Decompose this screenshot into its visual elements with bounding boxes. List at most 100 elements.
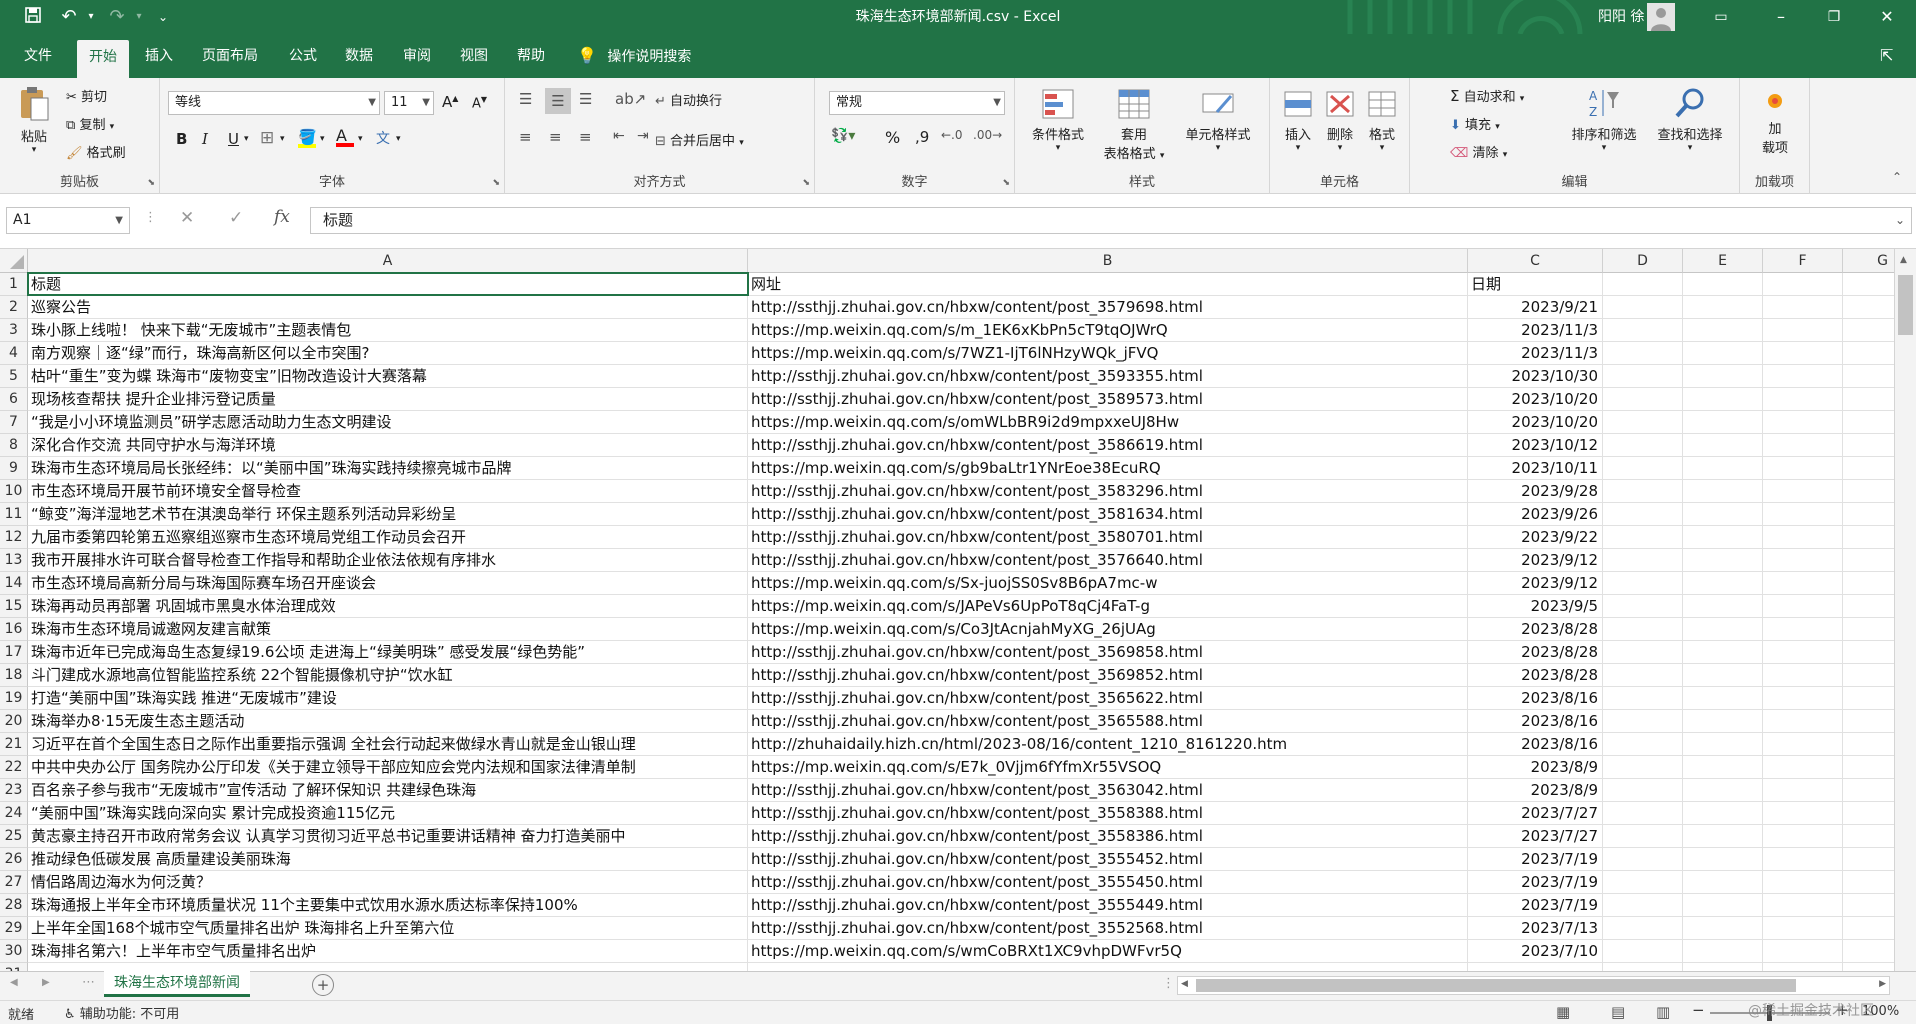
tab-data[interactable]: 数据	[333, 34, 385, 78]
vertical-scrollbar[interactable]: ▲	[1894, 249, 1916, 971]
empty-cell[interactable]	[1763, 779, 1843, 802]
empty-cell[interactable]	[1603, 572, 1683, 595]
table-cell[interactable]: http://ssthjj.zhuhai.gov.cn/hbxw/content…	[748, 894, 1468, 917]
table-cell[interactable]: http://ssthjj.zhuhai.gov.cn/hbxw/content…	[748, 434, 1468, 457]
table-cell[interactable]: 情侣路周边海水为何泛黄？	[28, 871, 748, 894]
table-cell[interactable]: 2023/9/22	[1468, 526, 1603, 549]
empty-cell[interactable]	[1683, 549, 1763, 572]
empty-cell[interactable]	[1763, 411, 1843, 434]
align-center-icon[interactable]: ≡	[549, 128, 562, 146]
empty-cell[interactable]	[1603, 388, 1683, 411]
align-middle-icon[interactable]: ☰	[545, 88, 571, 114]
table-cell[interactable]: 2023/9/12	[1468, 549, 1603, 572]
empty-cell[interactable]	[1603, 365, 1683, 388]
table-cell[interactable]: 现场核查帮扶 提升企业排污登记质量	[28, 388, 748, 411]
table-cell[interactable]: 2023/8/28	[1468, 618, 1603, 641]
table-cell[interactable]: 黄志豪主持召开市政府常务会议 认真学习贯彻习近平总书记重要讲话精神 奋力打造美丽…	[28, 825, 748, 848]
empty-cell[interactable]	[1683, 296, 1763, 319]
sheet-tab-active[interactable]: 珠海生态环境部新闻	[104, 971, 250, 997]
row-header[interactable]: 17	[0, 641, 28, 664]
orientation-icon[interactable]: ab↗	[615, 90, 646, 108]
table-cell[interactable]: 2023/7/27	[1468, 825, 1603, 848]
row-header[interactable]: 16	[0, 618, 28, 641]
dialog-launcher-icon[interactable]: ⬊	[492, 178, 500, 188]
phonetic-guide-button[interactable]: 文	[376, 128, 390, 148]
empty-cell[interactable]	[1763, 457, 1843, 480]
empty-cell[interactable]	[1763, 273, 1843, 296]
zoom-out-icon[interactable]: −	[1692, 1001, 1705, 1019]
empty-cell[interactable]	[1683, 503, 1763, 526]
redo-icon[interactable]: ↷	[106, 6, 128, 28]
empty-cell[interactable]	[1683, 388, 1763, 411]
row-header[interactable]: 25	[0, 825, 28, 848]
table-cell[interactable]: 2023/8/16	[1468, 733, 1603, 756]
table-cell[interactable]: 2023/7/13	[1468, 917, 1603, 940]
empty-cell[interactable]	[1763, 917, 1843, 940]
empty-cell[interactable]	[1683, 687, 1763, 710]
split-handle-icon[interactable]: ⋮	[1162, 976, 1175, 991]
table-cell[interactable]: http://ssthjj.zhuhai.gov.cn/hbxw/content…	[748, 641, 1468, 664]
tell-me-search[interactable]: 💡 操作说明搜索	[577, 34, 691, 78]
table-cell[interactable]: http://ssthjj.zhuhai.gov.cn/hbxw/content…	[748, 365, 1468, 388]
table-cell[interactable]: http://ssthjj.zhuhai.gov.cn/hbxw/content…	[748, 779, 1468, 802]
row-header[interactable]: 8	[0, 434, 28, 457]
empty-cell[interactable]	[1763, 756, 1843, 779]
row-header[interactable]: 21	[0, 733, 28, 756]
autosum-button[interactable]: Σ 自动求和 ▾	[1450, 86, 1524, 105]
empty-cell[interactable]	[1683, 871, 1763, 894]
table-cell[interactable]: 深化合作交流 共同守护水与海洋环境	[28, 434, 748, 457]
table-cell[interactable]: 2023/9/26	[1468, 503, 1603, 526]
row-header[interactable]: 14	[0, 572, 28, 595]
table-cell[interactable]: 2023/8/28	[1468, 664, 1603, 687]
increase-decimal-icon[interactable]: ←.0	[941, 128, 963, 142]
format-cells-button[interactable]: 格式 ▾	[1362, 88, 1402, 153]
name-box[interactable]: A1 ▼	[6, 207, 130, 234]
row-header[interactable]: 11	[0, 503, 28, 526]
format-painter-button[interactable]: 🖌 格式刷	[66, 142, 126, 161]
align-top-icon[interactable]: ☰	[519, 90, 532, 108]
row-header[interactable]: 31	[0, 963, 28, 971]
table-cell[interactable]: http://ssthjj.zhuhai.gov.cn/hbxw/content…	[748, 664, 1468, 687]
tab-insert[interactable]: 插入	[133, 34, 185, 78]
increase-indent-icon[interactable]: ⇥	[637, 128, 649, 144]
empty-cell[interactable]	[1603, 687, 1683, 710]
empty-cell[interactable]	[1763, 296, 1843, 319]
empty-cell[interactable]	[1683, 641, 1763, 664]
table-cell[interactable]: “美丽中国”珠海实践向深向实 累计完成投资逾115亿元	[28, 802, 748, 825]
empty-cell[interactable]	[1603, 733, 1683, 756]
row-header[interactable]: 4	[0, 342, 28, 365]
table-cell[interactable]: http://ssthjj.zhuhai.gov.cn/hbxw/content…	[748, 526, 1468, 549]
align-right-icon[interactable]: ≡	[579, 128, 592, 146]
dialog-launcher-icon[interactable]: ⬊	[147, 178, 155, 188]
empty-cell[interactable]	[1763, 733, 1843, 756]
empty-cell[interactable]	[1763, 871, 1843, 894]
table-cell[interactable]: “鲸变”海洋湿地艺术节在淇澳岛举行 环保主题系列活动异彩纷呈	[28, 503, 748, 526]
column-header-c[interactable]: C	[1468, 249, 1603, 273]
fill-button[interactable]: ⬇ 填充 ▾	[1450, 114, 1500, 133]
table-cell[interactable]: http://ssthjj.zhuhai.gov.cn/hbxw/content…	[748, 848, 1468, 871]
empty-cell[interactable]	[1683, 595, 1763, 618]
format-as-table-button[interactable]: 套用 表格格式 ▾	[1097, 88, 1171, 162]
empty-cell[interactable]	[1763, 319, 1843, 342]
table-cell[interactable]: 珠海排名第六！上半年市空气质量排名出炉	[28, 940, 748, 963]
table-cell[interactable]: https://mp.weixin.qq.com/s/7WZ1-IjT6lNHz…	[748, 342, 1468, 365]
empty-cell[interactable]	[1763, 825, 1843, 848]
wrap-text-button[interactable]: ↵ 自动换行	[655, 90, 722, 109]
fill-color-dropdown-icon[interactable]: ▾	[320, 134, 325, 144]
empty-cell[interactable]	[1763, 388, 1843, 411]
empty-cell[interactable]	[1763, 894, 1843, 917]
header-cell[interactable]: 网址	[748, 273, 1468, 296]
clear-button[interactable]: ⌫ 清除 ▾	[1450, 142, 1507, 161]
tab-review[interactable]: 审阅	[391, 34, 443, 78]
empty-cell[interactable]	[1603, 549, 1683, 572]
empty-cell[interactable]	[1683, 825, 1763, 848]
confirm-entry-icon[interactable]: ✓	[229, 208, 243, 228]
share-icon[interactable]: ⇱	[1880, 46, 1893, 65]
table-cell[interactable]: https://mp.weixin.qq.com/s/Co3JtAcnjahMy…	[748, 618, 1468, 641]
empty-cell[interactable]	[1763, 641, 1843, 664]
scroll-left-icon[interactable]: ◀	[1181, 979, 1188, 989]
row-header[interactable]: 19	[0, 687, 28, 710]
table-cell[interactable]: http://zhuhaidaily.hizh.cn/html/2023-08/…	[748, 733, 1468, 756]
page-break-view-icon[interactable]: ▥	[1656, 1003, 1670, 1021]
empty-cell[interactable]	[1603, 434, 1683, 457]
